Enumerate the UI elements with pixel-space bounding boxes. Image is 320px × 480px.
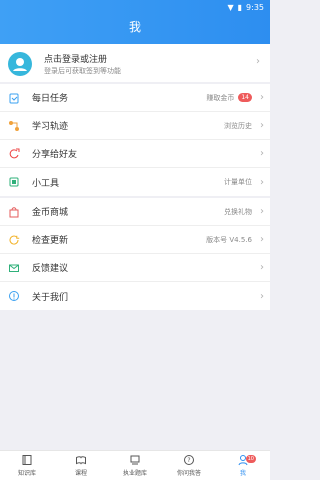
tab-badge: 10	[245, 455, 256, 463]
share-row[interactable]: 分享给好友 ›	[0, 140, 270, 168]
tools-row[interactable]: 小工具 计量单位 ›	[0, 168, 270, 196]
tab-label: 你问我答	[176, 470, 201, 477]
page-title: 我	[128, 20, 141, 34]
wifi-icon: ▼	[227, 2, 234, 12]
about-label: 关于我们	[32, 292, 69, 303]
check-update-label: 检查更新	[32, 236, 69, 246]
status-bar: ▼ ▮ 9:35	[0, 0, 270, 14]
tab-label: 课程	[74, 470, 87, 477]
tab-label: 我	[239, 470, 246, 477]
tab-course[interactable]: 课程	[54, 451, 108, 480]
chevron-right-icon: ›	[260, 176, 264, 188]
feedback-icon	[9, 264, 19, 272]
book-icon	[22, 455, 32, 465]
tab-question-bank[interactable]: 执业题库	[108, 451, 162, 480]
share-label: 分享给好友	[32, 150, 78, 160]
bottom-tabbar: 知识库 课程 执业题库 ? 你问我答 我 10	[0, 450, 270, 480]
chevron-right-icon: ›	[260, 148, 264, 159]
status-time: 9:35	[246, 2, 264, 12]
chevron-right-icon: ›	[260, 234, 264, 245]
daily-task-hint: 赚取金币	[206, 93, 235, 102]
coin-shop-row[interactable]: 金币商城 兑换礼物 ›	[0, 198, 270, 226]
tab-knowledge[interactable]: 知识库	[0, 451, 54, 480]
svg-text:?: ?	[187, 457, 190, 464]
tools-label: 小工具	[32, 178, 60, 189]
check-update-row[interactable]: 检查更新 版本号 V4.5.6 ›	[0, 226, 270, 254]
menu-section-2: 金币商城 兑换礼物 › 检查更新 版本号 V4.5.6 › 反馈建议 › 关于我…	[0, 198, 270, 310]
learning-track-row[interactable]: 学习轨迹 浏览历史 ›	[0, 112, 270, 140]
tab-label: 执业题库	[122, 470, 147, 477]
login-subtitle: 登录后可获取签到等功能	[44, 67, 121, 75]
daily-task-label: 每日任务	[32, 94, 69, 104]
daily-task-row[interactable]: 每日任务 赚取金币 14 ›	[0, 84, 270, 112]
update-icon	[9, 235, 20, 245]
daily-task-right: 赚取金币 14	[206, 93, 252, 103]
chevron-right-icon: ›	[260, 290, 264, 302]
learning-track-hint: 浏览历史	[224, 121, 252, 130]
login-title: 点击登录或注册	[44, 55, 108, 65]
feedback-row[interactable]: 反馈建议 ›	[0, 254, 270, 282]
tab-qa[interactable]: ? 你问我答	[162, 451, 216, 480]
learning-track-label: 学习轨迹	[32, 122, 69, 132]
chevron-right-icon: ›	[260, 262, 264, 273]
app-header: ▼ ▮ 9:35 我	[0, 0, 270, 44]
version-text: 版本号 V4.5.6	[206, 235, 252, 244]
login-row[interactable]: 点击登录或注册 登录后可获取签到等功能 ›	[0, 44, 270, 82]
feedback-label: 反馈建议	[32, 264, 69, 274]
share-icon	[9, 148, 20, 158]
info-icon	[9, 291, 19, 301]
about-row[interactable]: 关于我们 ›	[0, 282, 270, 310]
chevron-right-icon: ›	[256, 56, 260, 67]
battery-icon: ▮	[237, 2, 243, 12]
shop-icon	[9, 206, 19, 217]
daily-task-badge: 14	[238, 93, 252, 102]
chevron-right-icon: ›	[260, 206, 264, 217]
tool-icon	[9, 177, 19, 187]
user-icon	[13, 58, 27, 71]
coin-shop-label: 金币商城	[32, 208, 69, 218]
course-icon	[76, 456, 86, 465]
menu-section-1: 每日任务 赚取金币 14 › 学习轨迹 浏览历史 › 分享给好友 › 小工具 计…	[0, 84, 270, 196]
chevron-right-icon: ›	[260, 120, 264, 131]
tab-label: 知识库	[17, 470, 36, 477]
tools-hint: 计量单位	[224, 178, 252, 186]
question-bank-icon	[130, 455, 140, 465]
chevron-right-icon: ›	[260, 92, 264, 103]
qa-icon: ?	[184, 455, 194, 465]
task-icon	[9, 93, 19, 103]
avatar	[8, 52, 32, 76]
coin-shop-hint: 兑换礼物	[224, 207, 252, 216]
tab-me[interactable]: 我 10	[216, 451, 270, 480]
track-icon	[9, 120, 19, 131]
